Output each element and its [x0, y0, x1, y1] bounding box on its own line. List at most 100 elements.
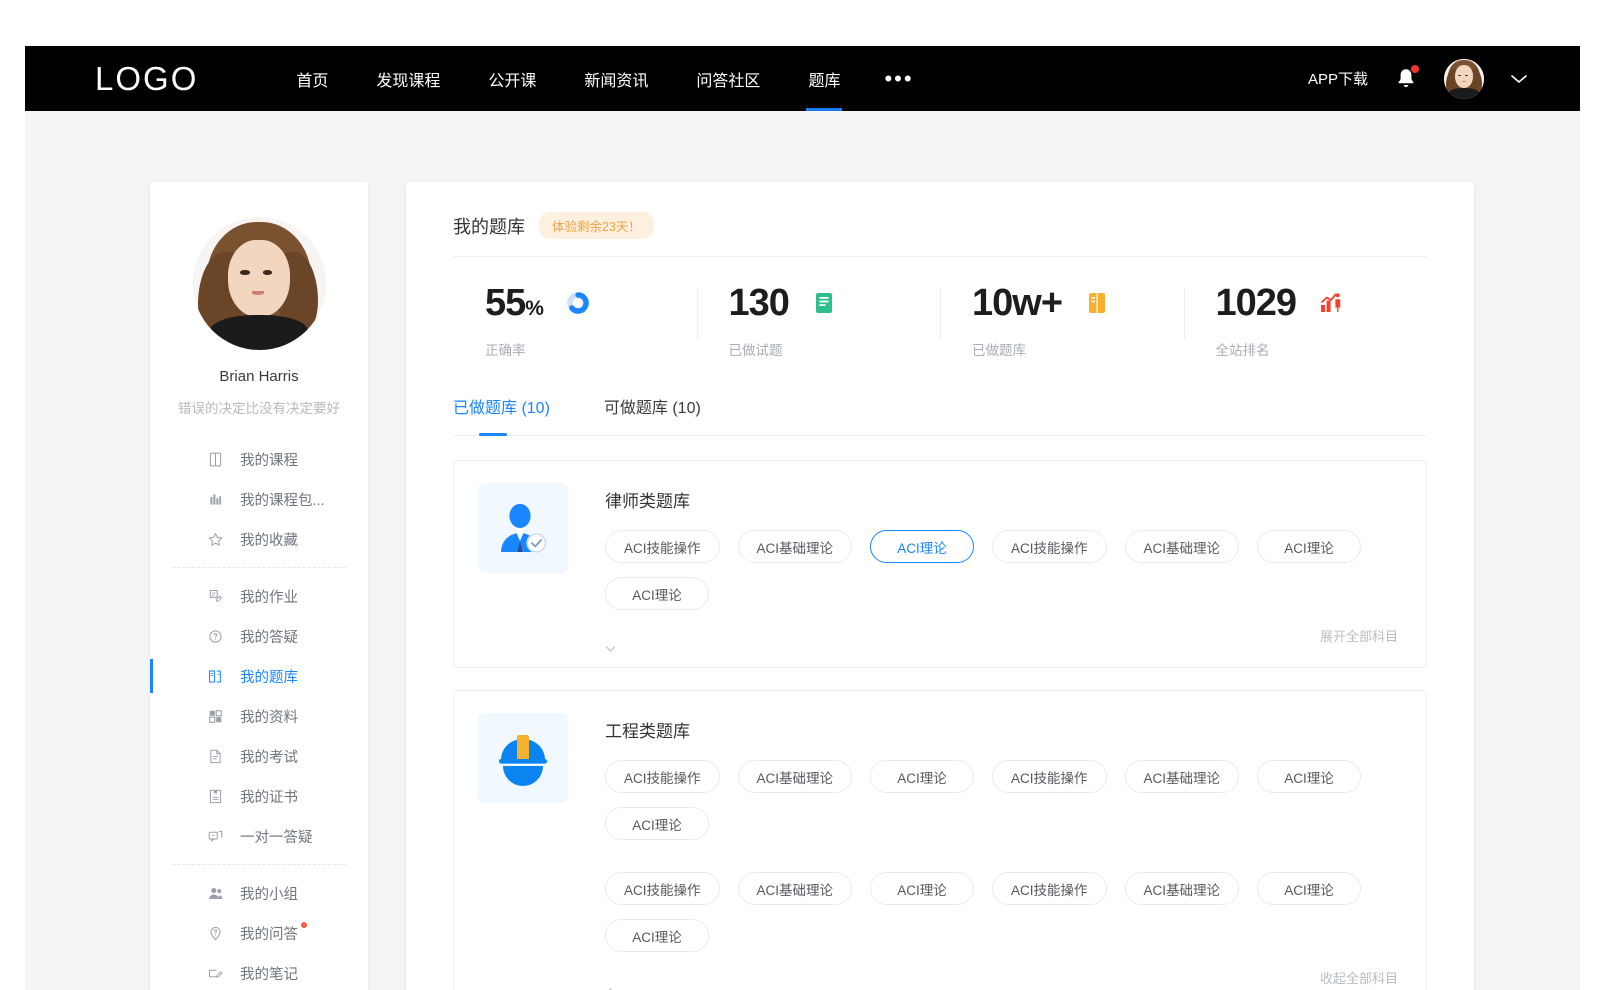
- top-navigation-bar: LOGO 首页发现课程公开课新闻资讯 问答社区 题库 ••• APP下载: [25, 46, 1580, 111]
- subject-tag[interactable]: ACI理论: [1257, 530, 1361, 563]
- nav-item-label: 新闻资讯: [584, 67, 648, 91]
- subject-tag[interactable]: ACI理论: [870, 760, 974, 793]
- tag-row: ACI技能操作 ACI基础理论 ACI理论 ACI技能操作 ACI基础理论 ACI理论 AC…: [605, 760, 1402, 854]
- sidebar-item-5[interactable]: 我的答疑: [150, 616, 368, 656]
- sidebar-item-label: 我的作业: [240, 586, 298, 607]
- profile-motto: 错误的决定比没有决定要好: [150, 397, 368, 417]
- sidebar-item-1[interactable]: 我的课程包...: [150, 479, 368, 519]
- nav-item-label: 问答社区: [696, 67, 760, 91]
- tab-label: 已做题库 (10): [453, 400, 550, 417]
- stat-value: 10w+: [972, 284, 1062, 322]
- subject-tag[interactable]: ACI理论: [1257, 872, 1361, 905]
- bell-icon[interactable]: [1394, 66, 1418, 92]
- subject-tag[interactable]: ACI基础理论: [1125, 760, 1240, 793]
- stat-number: 1029: [1216, 282, 1297, 324]
- subject-tag-label: ACI技能操作: [624, 537, 701, 557]
- card-body: 工程类题库ACI技能操作ACI基础理论ACI理论ACI技能操作ACI基础理论AC…: [605, 713, 1402, 990]
- sidebar-item-13[interactable]: 我的问答: [150, 913, 368, 953]
- panel-header: 我的题库 体验剩余23天！: [453, 212, 1427, 257]
- subject-tag[interactable]: ACI基础理论: [738, 530, 853, 563]
- nav-item-0[interactable]: 首页: [272, 46, 352, 111]
- stat-value-row: 130: [729, 284, 941, 322]
- chevron-down-icon[interactable]: [1510, 73, 1528, 85]
- subject-tag[interactable]: ACI理论: [1257, 760, 1361, 793]
- main-nav-links: 首页发现课程公开课新闻资讯 问答社区 题库: [272, 46, 864, 111]
- subject-tag-label: ACI技能操作: [1011, 537, 1088, 557]
- subject-tag[interactable]: ACI理论: [605, 807, 709, 840]
- subject-tag[interactable]: ACI理论: [605, 577, 709, 610]
- sidebar-item-8[interactable]: 我的考试: [150, 736, 368, 776]
- stat-card-1: 130已做试题: [697, 284, 941, 359]
- trial-status-badge: 体验剩余23天！: [539, 212, 654, 239]
- subject-tag-label: ACI理论: [1284, 879, 1334, 899]
- subject-tag[interactable]: ACI基础理论: [738, 760, 853, 793]
- sidebar-item-4[interactable]: 我的作业: [150, 576, 368, 616]
- subject-tag[interactable]: ACI技能操作: [605, 530, 720, 563]
- expand-subjects-link[interactable]: 展开全部科目: [605, 626, 1402, 653]
- subject-tag[interactable]: ACI基础理论: [1125, 530, 1240, 563]
- card-title: 律师类题库: [605, 487, 1402, 512]
- subject-tag-label: ACI基础理论: [1144, 767, 1221, 787]
- tab-0[interactable]: 已做题库 (10): [453, 394, 550, 435]
- app-download-link[interactable]: APP下载: [1308, 68, 1368, 89]
- site-logo[interactable]: LOGO: [95, 60, 198, 98]
- subject-tag[interactable]: ACI技能操作: [605, 872, 720, 905]
- expand-subjects-label: 收起全部科目: [1320, 971, 1398, 986]
- certificate-icon: [206, 787, 224, 805]
- panel-tabs: 已做题库 (10) 可做题库 (10): [453, 394, 1427, 436]
- donut-chart-icon: [565, 290, 591, 316]
- sidebar-item-label: 一对一答疑: [240, 826, 313, 847]
- stat-card-0: 55%正确率: [453, 284, 697, 359]
- sidebar-item-12[interactable]: 我的小组: [150, 873, 368, 913]
- nav-more-icon[interactable]: •••: [864, 46, 933, 111]
- sidebar-item-6[interactable]: 我的题库: [150, 656, 368, 696]
- nav-item-1[interactable]: 发现课程: [352, 46, 464, 111]
- subject-tag-label: ACI理论: [632, 926, 682, 946]
- unread-dot: [301, 922, 307, 928]
- subject-tag[interactable]: ACI理论: [605, 919, 709, 952]
- profile-avatar[interactable]: [193, 217, 326, 350]
- sidebar-item-label: 我的课程: [240, 449, 298, 470]
- sidebar-item-10[interactable]: 一对一答疑: [150, 816, 368, 856]
- nav-item-3[interactable]: 新闻资讯: [560, 46, 672, 111]
- sidebar-item-14[interactable]: 我的笔记: [150, 953, 368, 990]
- nav-item-2[interactable]: 公开课: [464, 46, 560, 111]
- subject-tag[interactable]: ACI技能操作: [992, 760, 1107, 793]
- stat-label: 正确率: [485, 339, 697, 359]
- subject-tag-label: ACI理论: [897, 879, 947, 899]
- subject-tag-label: ACI理论: [1284, 767, 1334, 787]
- expand-subjects-link[interactable]: 收起全部科目: [605, 968, 1402, 990]
- materials-icon: [206, 707, 224, 725]
- sidebar-item-9[interactable]: 我的证书: [150, 776, 368, 816]
- tag-row: ACI技能操作 ACI基础理论 ACI理论 ACI技能操作 ACI基础理论 ACI理论 AC…: [605, 530, 1402, 624]
- subject-tag[interactable]: ACI技能操作: [992, 530, 1107, 563]
- stat-card-2: 10w+已做题库: [940, 284, 1184, 359]
- sidebar-item-label: 我的问答: [240, 923, 298, 944]
- green-book-icon: [811, 290, 837, 316]
- stat-value-row: 1029: [1216, 284, 1428, 322]
- subject-tag[interactable]: ACI理论: [870, 530, 974, 563]
- subject-tag[interactable]: ACI基础理论: [738, 872, 853, 905]
- subject-tag[interactable]: ACI理论: [870, 872, 974, 905]
- avatar[interactable]: [1444, 59, 1484, 99]
- stat-value: 1029: [1216, 284, 1297, 322]
- notification-badge-dot: [1411, 65, 1419, 73]
- lawyer-icon: [478, 483, 568, 573]
- card-title: 工程类题库: [605, 717, 1402, 742]
- profile-photo: [193, 217, 326, 350]
- sidebar-item-7[interactable]: 我的资料: [150, 696, 368, 736]
- book-icon: [206, 450, 224, 468]
- sidebar-item-2[interactable]: 我的收藏: [150, 519, 368, 559]
- subject-tag[interactable]: ACI技能操作: [992, 872, 1107, 905]
- subject-tag-label: ACI技能操作: [1011, 767, 1088, 787]
- group-icon: [206, 884, 224, 902]
- nav-item-4[interactable]: 问答社区: [672, 46, 784, 111]
- sidebar-item-0[interactable]: 我的课程: [150, 439, 368, 479]
- stat-value-row: 10w+: [972, 284, 1184, 322]
- nav-item-label: 题库: [808, 67, 840, 91]
- yellow-book-icon: [1084, 290, 1110, 316]
- subject-tag[interactable]: ACI技能操作: [605, 760, 720, 793]
- nav-item-5[interactable]: 题库: [784, 46, 864, 111]
- tab-1[interactable]: 可做题库 (10): [604, 394, 701, 435]
- subject-tag[interactable]: ACI基础理论: [1125, 872, 1240, 905]
